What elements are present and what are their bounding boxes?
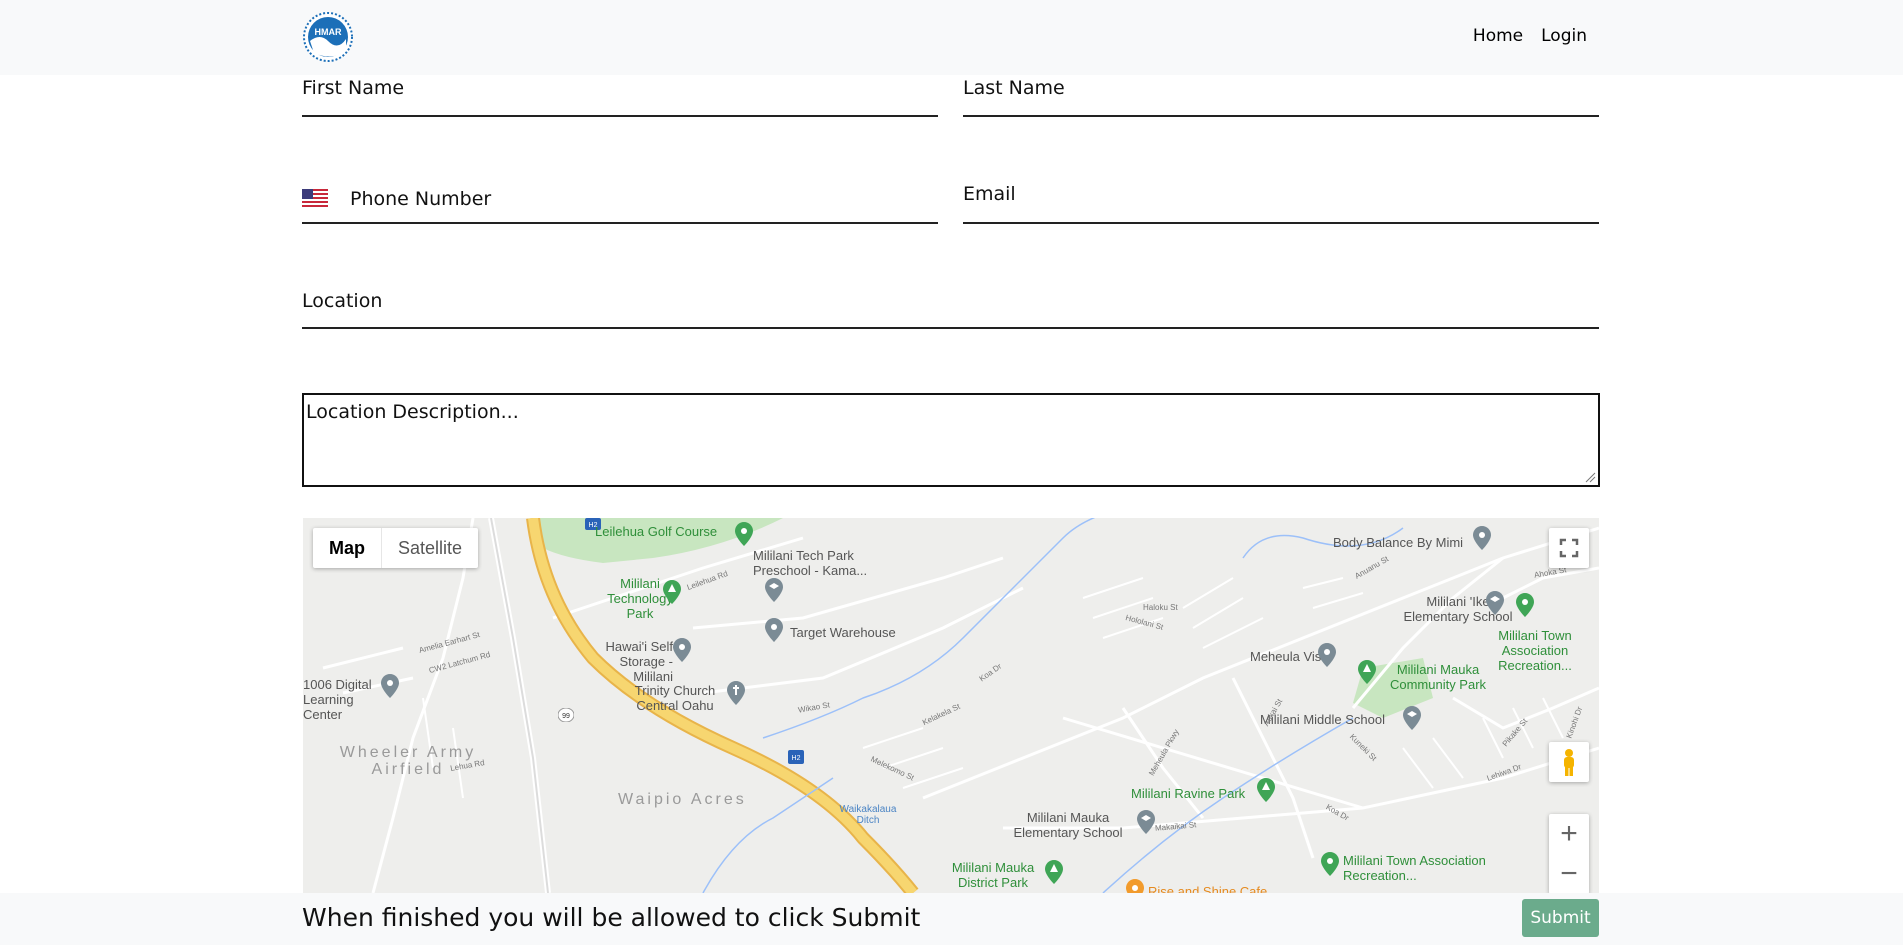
map-type-control: Map Satellite [313,528,479,568]
h2-shield-icon-2: H2 [788,750,804,764]
body-balance-pin-icon[interactable] [1473,526,1491,550]
poi-town-assoc-2[interactable]: Mililani Town Association Recreation... [1343,853,1543,883]
poi-ravine-park[interactable]: Mililani Ravine Park [1131,786,1245,801]
route-99-shield-icon: 99 [558,708,574,722]
poi-mauka-elementary[interactable]: Mililani Mauka Elementary School [1003,810,1133,840]
phone-number-field[interactable]: Phone Number [302,180,938,224]
golf-pin-icon[interactable] [735,522,753,546]
area-waipio-acres: Waipio Acres [618,791,747,808]
mauka-park-pin-icon[interactable] [1358,660,1376,684]
town-assoc-2-pin-icon[interactable] [1321,852,1339,876]
town-assoc-pin-icon[interactable] [1516,593,1534,617]
meheula-pin-icon[interactable] [1318,643,1336,667]
first-name-label: First Name [302,77,405,99]
storage-pin-icon[interactable] [673,638,691,662]
mauka-elementary-pin-icon[interactable] [1137,810,1155,834]
nav-home-link[interactable]: Home [1473,26,1523,46]
svg-text:HMAR: HMAR [315,27,342,37]
ravine-park-pin-icon[interactable] [1257,778,1275,802]
email-label: Email [963,183,1016,205]
last-name-field[interactable]: Last Name [963,75,1599,117]
map-type-map-button[interactable]: Map [313,528,382,568]
zoom-control: + − [1549,814,1589,893]
zoom-out-button[interactable]: − [1549,854,1589,893]
fullscreen-icon [1559,538,1579,558]
first-name-field[interactable]: First Name [302,75,938,117]
learning-center-pin-icon[interactable] [381,674,399,698]
resize-handle-icon[interactable] [1584,471,1596,483]
poi-target-warehouse[interactable]: Target Warehouse [790,625,896,640]
pegman-icon [1564,749,1574,776]
email-field[interactable]: Email [963,180,1599,224]
poi-mauka-park[interactable]: Mililani Mauka Community Park [1378,662,1498,692]
poi-middle-school[interactable]: Mililani Middle School [1260,712,1385,727]
poi-mauka-district-park[interactable]: Mililani Mauka District Park [943,860,1043,890]
phone-number-label: Phone Number [350,188,492,210]
submit-instruction-text: When finished you will be allowed to cli… [302,903,921,932]
store-pin-icon[interactable] [765,618,783,642]
poi-rise-shine-cafe[interactable]: Rise and Shine Cafe [1148,884,1267,893]
ike-school-pin-icon[interactable] [1486,591,1504,615]
poi-body-balance[interactable]: Body Balance By Mimi [1333,535,1463,550]
svg-text:H2: H2 [792,755,801,762]
poi-trinity-church[interactable]: Trinity Church Central Oahu [633,683,717,713]
nav-login-link[interactable]: Login [1541,26,1587,46]
map-type-satellite-button[interactable]: Satellite [382,528,478,568]
middle-school-pin-icon[interactable] [1403,706,1421,730]
fullscreen-button[interactable] [1549,528,1589,568]
footer-bar: When finished you will be allowed to cli… [0,893,1903,945]
location-field[interactable]: Location [302,286,1599,329]
location-label: Location [302,290,383,312]
church-pin-icon[interactable] [727,681,745,705]
submit-button[interactable]: Submit [1522,899,1599,937]
poi-self-storage[interactable]: Hawai'i Self Storage - Mililani [593,639,673,684]
school-pin-icon[interactable] [765,578,783,602]
poi-tech-preschool[interactable]: Mililani Tech Park Preschool - Kama... [753,548,913,578]
cafe-pin-icon[interactable] [1126,879,1144,893]
street-label: Haloku St [1143,603,1178,612]
poi-leilehua-golf[interactable]: Leilehua Golf Course [595,524,717,539]
street-view-pegman[interactable] [1549,742,1589,782]
mauka-district-pin-icon[interactable] [1045,860,1063,884]
last-name-label: Last Name [963,77,1065,99]
hmar-logo[interactable]: HMAR [302,11,354,63]
waterway-ditch: Waikakalaua Ditch [839,804,897,826]
tree-pin-icon[interactable] [663,580,681,604]
navbar: HMAR Home Login [0,0,1903,75]
zoom-in-button[interactable]: + [1549,814,1589,854]
google-map[interactable]: H2 H2 99 Leilehua Golf Course Mililani T… [303,518,1599,893]
svg-text:99: 99 [562,713,570,720]
location-description-placeholder: Location Description... [306,401,519,423]
poi-digital-learning[interactable]: 1006 Digital Learning Center [303,677,383,722]
location-description-textarea[interactable]: Location Description... [302,393,1600,487]
